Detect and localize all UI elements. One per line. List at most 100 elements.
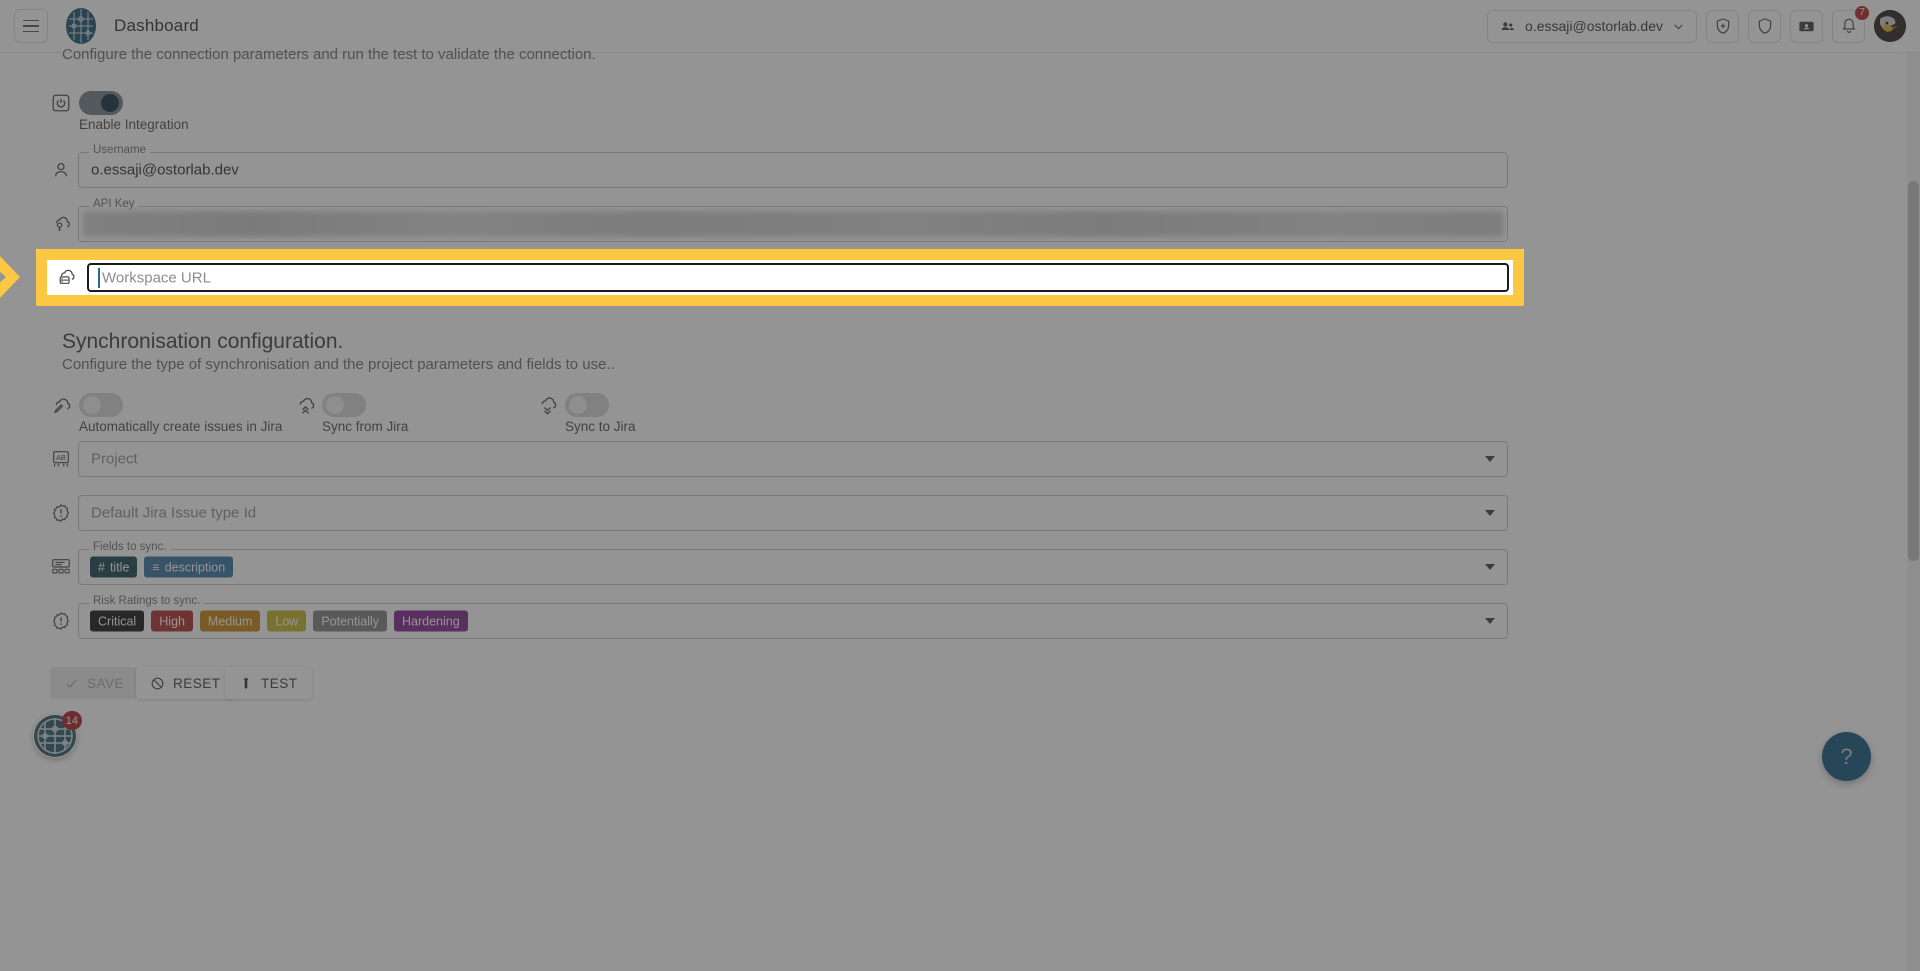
- risk-ratings-chips: Critical High Medium Low Potentially Har…: [90, 611, 468, 632]
- chip-label: Critical: [98, 614, 136, 628]
- shield-plus-icon: [1714, 17, 1732, 35]
- username-field[interactable]: Username o.essaji@ostorlab.dev: [78, 152, 1508, 188]
- ab-text-icon: AB: [48, 446, 74, 472]
- header-actions: o.essaji@ostorlab.dev: [1487, 10, 1920, 43]
- gear-alert-icon: [48, 608, 74, 634]
- lines-icon: ≡: [152, 560, 159, 574]
- hamburger-icon: [23, 31, 39, 33]
- notifications-button[interactable]: 7: [1832, 10, 1865, 43]
- toggle-knob: [569, 396, 587, 414]
- ban-icon: [150, 676, 165, 691]
- scrollbar-thumb[interactable]: [1908, 181, 1919, 561]
- chevron-down-icon[interactable]: [1485, 456, 1495, 462]
- username-legend: Username: [89, 145, 150, 157]
- chip-label: title: [110, 560, 129, 574]
- fields-to-sync-chips: # title ≡ description: [90, 557, 233, 578]
- cloud-pen-icon: [48, 393, 74, 419]
- sync-section-description: Configure the type of synchronisation an…: [62, 356, 615, 373]
- check-icon: [64, 676, 79, 691]
- sync-section-title: Synchronisation configuration.: [62, 330, 343, 354]
- scrollbar-track[interactable]: [1907, 53, 1920, 971]
- test-label: TEST: [261, 676, 298, 691]
- chip-description[interactable]: ≡ description: [144, 557, 233, 578]
- eagle-avatar: [1874, 10, 1906, 42]
- auto-create-issues-toggle[interactable]: [79, 393, 123, 417]
- workspace-url-placeholder: Workspace URL: [102, 269, 211, 286]
- chip-low[interactable]: Low: [267, 611, 306, 632]
- form-fields-icon: [48, 554, 74, 580]
- help-button[interactable]: ?: [1822, 732, 1871, 781]
- tickets-button[interactable]: [1790, 10, 1823, 43]
- test-tube-icon: [239, 676, 253, 691]
- active-scans-button[interactable]: 14: [33, 714, 77, 758]
- toggle-knob: [326, 396, 344, 414]
- bell-icon: [1840, 17, 1858, 35]
- chip-label: description: [165, 560, 225, 574]
- toggle-knob: [101, 94, 119, 112]
- save-button[interactable]: SAVE: [50, 667, 138, 699]
- chip-hardening[interactable]: Hardening: [394, 611, 468, 632]
- chevron-down-icon: [1672, 20, 1685, 33]
- gear-alert-icon: [48, 500, 74, 526]
- pointer-arrow-icon: [0, 246, 42, 308]
- svg-text:AB: AB: [56, 453, 66, 462]
- account-selector[interactable]: o.essaji@ostorlab.dev: [1487, 10, 1697, 43]
- issue-type-placeholder: Default Jira Issue type Id: [91, 505, 256, 522]
- hamburger-icon: [23, 20, 39, 22]
- security-button[interactable]: [1748, 10, 1781, 43]
- menu-toggle-button[interactable]: [14, 9, 48, 43]
- cloud-key-icon: [48, 211, 74, 237]
- question-mark-icon: ?: [1840, 744, 1852, 770]
- chip-label: High: [159, 614, 185, 628]
- chip-label: Hardening: [402, 614, 460, 628]
- page-title: Dashboard: [114, 16, 199, 36]
- connection-description: Configure the connection parameters and …: [62, 46, 596, 63]
- hash-icon: #: [98, 560, 105, 574]
- project-placeholder: Project: [91, 451, 138, 468]
- chip-title[interactable]: # title: [90, 557, 137, 578]
- add-scan-button[interactable]: [1706, 10, 1739, 43]
- risk-ratings-to-sync-select[interactable]: Risk Ratings to sync. Critical High Medi…: [78, 603, 1508, 639]
- cloud-upload-icon: [292, 393, 318, 419]
- reset-label: RESET: [173, 676, 221, 691]
- sync-from-jira-toggle[interactable]: [322, 393, 366, 417]
- account-email: o.essaji@ostorlab.dev: [1525, 18, 1663, 34]
- notification-badge: 7: [1854, 5, 1870, 21]
- api-key-field[interactable]: API Key: [78, 206, 1508, 242]
- chip-label: Medium: [208, 614, 252, 628]
- group-icon: [1499, 18, 1516, 35]
- project-select[interactable]: Project: [78, 441, 1508, 477]
- username-value: o.essaji@ostorlab.dev: [91, 162, 239, 179]
- scan-count-badge: 14: [62, 711, 82, 730]
- chevron-down-icon[interactable]: [1485, 510, 1495, 516]
- workspace-url-input[interactable]: Workspace URL: [87, 263, 1509, 292]
- shield-icon: [1756, 17, 1774, 35]
- chevron-down-icon[interactable]: [1485, 618, 1495, 624]
- fields-to-sync-legend: Fields to sync.: [89, 542, 171, 554]
- workspace-url-highlight: Workspace URL: [36, 249, 1524, 306]
- chip-potentially[interactable]: Potentially: [313, 611, 387, 632]
- ostorlab-circuit-logo: [64, 7, 98, 45]
- default-issue-type-select[interactable]: Default Jira Issue type Id: [78, 495, 1508, 531]
- person-icon: [48, 157, 74, 183]
- chevron-down-icon[interactable]: [1485, 564, 1495, 570]
- risk-ratings-legend: Risk Ratings to sync.: [89, 596, 204, 608]
- avatar[interactable]: [1874, 10, 1906, 42]
- chip-medium[interactable]: Medium: [200, 611, 260, 632]
- fields-to-sync-select[interactable]: Fields to sync. # title ≡ description: [78, 549, 1508, 585]
- api-key-legend: API Key: [89, 199, 139, 211]
- sync-to-jira-label: Sync to Jira: [565, 419, 636, 434]
- reset-button[interactable]: RESET: [136, 667, 235, 699]
- save-label: SAVE: [87, 676, 124, 691]
- enable-integration-label: Enable Integration: [79, 117, 189, 132]
- text-cursor: [98, 268, 100, 288]
- chip-critical[interactable]: Critical: [90, 611, 144, 632]
- chip-high[interactable]: High: [151, 611, 193, 632]
- cloud-server-icon: [53, 260, 81, 295]
- chip-label: Potentially: [321, 614, 379, 628]
- api-key-redacted-value: [83, 211, 1503, 237]
- auto-create-issues-label: Automatically create issues in Jira: [79, 419, 282, 434]
- test-button[interactable]: TEST: [225, 667, 312, 699]
- enable-integration-toggle[interactable]: [79, 91, 123, 115]
- sync-to-jira-toggle[interactable]: [565, 393, 609, 417]
